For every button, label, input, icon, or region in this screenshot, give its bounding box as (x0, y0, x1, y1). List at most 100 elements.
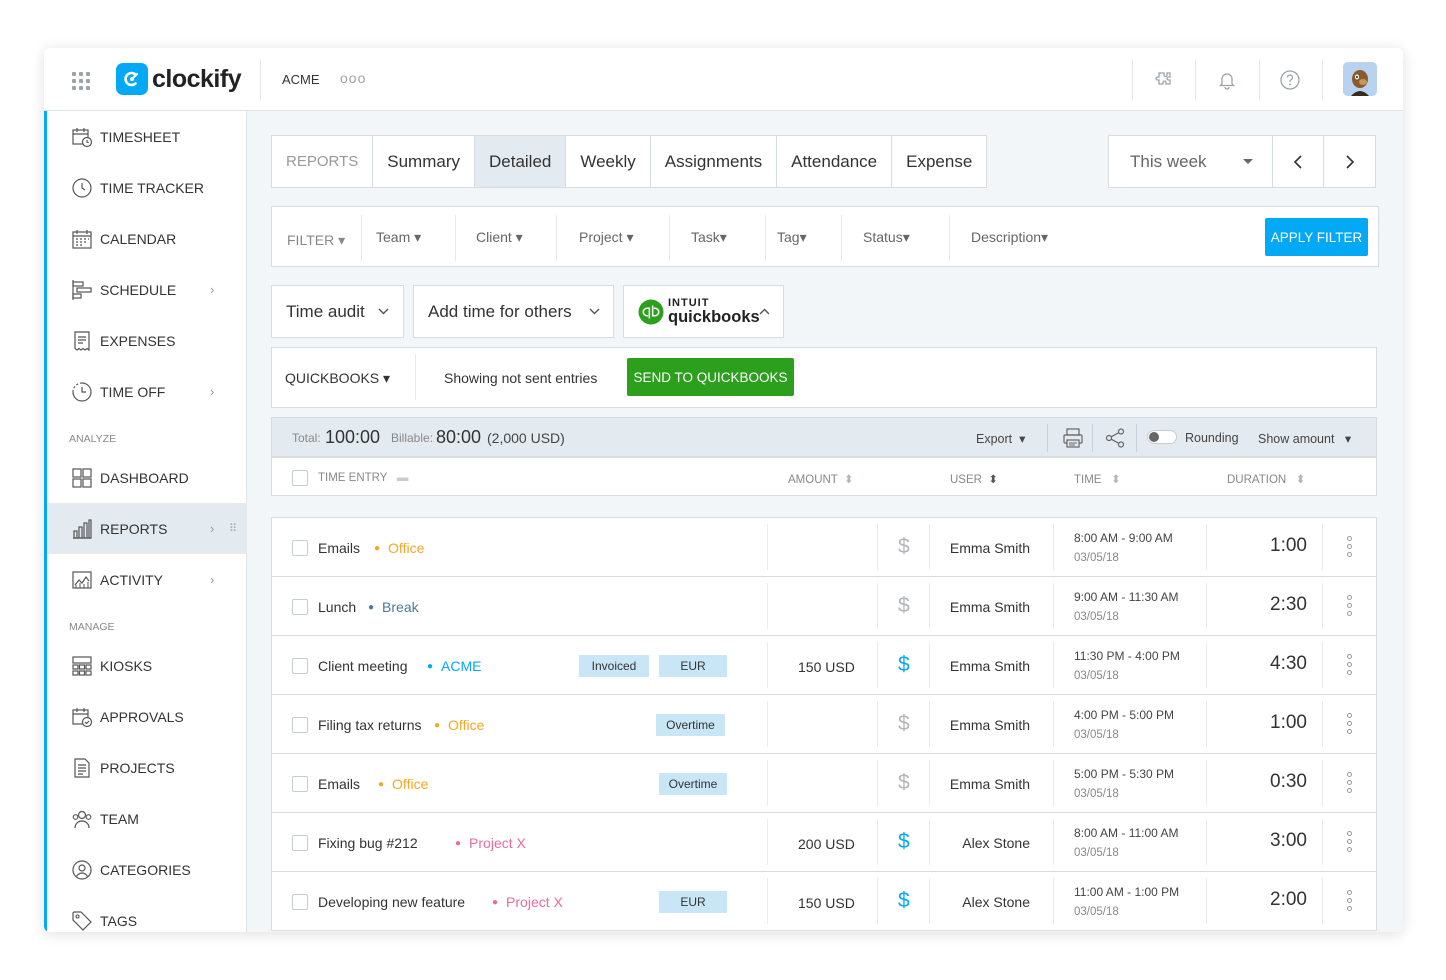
tab-summary[interactable]: Summary (372, 135, 475, 188)
sidebar-item-time-tracker[interactable]: TIME TRACKER (47, 162, 247, 213)
entry-time-range[interactable]: 4:00 PM - 5:00 PM (1074, 708, 1174, 722)
entry-project[interactable]: ● Office (378, 776, 428, 792)
row-checkbox[interactable] (292, 540, 308, 556)
entry-duration[interactable]: 2:00 (1227, 889, 1307, 911)
sidebar-item-projects[interactable]: PROJECTS (47, 742, 247, 793)
next-period-button[interactable] (1323, 135, 1376, 188)
sidebar-item-tags[interactable]: TAGS (47, 895, 247, 932)
tag-badge[interactable]: EUR (659, 891, 727, 913)
entry-time-range[interactable]: 8:00 AM - 11:00 AM (1074, 826, 1179, 840)
filter-task[interactable]: Task▾ (691, 229, 727, 246)
entry-description[interactable]: Emails (318, 540, 360, 556)
table-row[interactable]: Emails ● Office $ Emma Smith 8:00 AM - 9:00 A… (271, 517, 1377, 577)
help-icon[interactable] (1276, 66, 1304, 94)
entry-duration[interactable]: 3:00 (1227, 830, 1307, 852)
entry-project[interactable]: ● Project X (492, 894, 563, 910)
entry-user[interactable]: Emma Smith (950, 717, 1030, 733)
entry-description[interactable]: Client meeting (318, 658, 408, 674)
entry-date[interactable]: 03/05/18 (1074, 788, 1119, 800)
apps-grid-icon[interactable] (72, 72, 90, 90)
filter-team[interactable]: Team ▾ (376, 229, 421, 246)
table-row[interactable]: Emails ● Office Overtime $ Emma Smith 5:00 PM … (271, 753, 1377, 813)
table-row[interactable]: Filing tax returns ● Office Overtime $ Emma S… (271, 694, 1377, 754)
entry-user[interactable]: Alex Stone (962, 894, 1030, 910)
entry-project[interactable]: ● Project X (455, 835, 526, 851)
billable-dollar-icon[interactable]: $ (898, 771, 910, 795)
sidebar-item-reports[interactable]: REPORTS › ⠿ (47, 503, 247, 554)
filter-description[interactable]: Description▾ (971, 229, 1048, 246)
quickbooks-dropdown[interactable]: INTUIT quickbooks (623, 285, 784, 338)
filter-tag[interactable]: Tag▾ (777, 229, 807, 246)
rounding-toggle[interactable] (1147, 430, 1177, 444)
entry-date[interactable]: 03/05/18 (1074, 611, 1119, 623)
export-dropdown[interactable]: Export ▾ (976, 431, 1025, 446)
entry-description[interactable]: Fixing bug #212 (318, 835, 418, 851)
row-checkbox[interactable] (292, 835, 308, 851)
sidebar-item-time-off[interactable]: TIME OFF › (47, 366, 247, 417)
date-range-select[interactable]: This week (1108, 135, 1273, 188)
billable-dollar-icon[interactable]: $ (898, 830, 910, 854)
tab-reports[interactable]: REPORTS (271, 135, 374, 188)
sidebar-item-categories[interactable]: CATEGORIES (47, 844, 247, 895)
more-options-icon[interactable] (1347, 890, 1353, 911)
more-options-icon[interactable] (1347, 772, 1353, 793)
entry-time-range[interactable]: 11:30 PM - 4:00 PM (1074, 649, 1180, 663)
sidebar-item-calendar[interactable]: CALENDAR (47, 213, 247, 264)
billable-dollar-icon[interactable]: $ (898, 594, 910, 618)
more-options-icon[interactable] (1347, 595, 1353, 616)
entry-date[interactable]: 03/05/18 (1074, 670, 1119, 682)
send-to-quickbooks-button[interactable]: SEND TO QUICKBOOKS (627, 358, 794, 396)
entry-project[interactable]: ● Office (374, 540, 424, 556)
tag-badge[interactable]: EUR (659, 655, 727, 677)
more-options-icon[interactable] (1347, 831, 1353, 852)
entry-description[interactable]: Filing tax returns (318, 717, 421, 733)
tab-assignments[interactable]: Assignments (649, 135, 778, 188)
workspace-name[interactable]: ACME (282, 72, 320, 87)
avatar[interactable] (1343, 62, 1377, 96)
column-time[interactable]: TIME ⬍ (1074, 472, 1121, 486)
sidebar-item-activity[interactable]: ACTIVITY › (47, 554, 247, 605)
entry-user[interactable]: Emma Smith (950, 540, 1030, 556)
sidebar-item-approvals[interactable]: APPROVALS (47, 691, 247, 742)
filter-client[interactable]: Client ▾ (476, 229, 523, 246)
entry-time-range[interactable]: 8:00 AM - 9:00 AM (1074, 531, 1173, 545)
column-user[interactable]: USER ⬍ (950, 472, 998, 486)
share-icon[interactable] (1104, 427, 1126, 454)
apply-filter-button[interactable]: APPLY FILTER (1265, 218, 1368, 256)
tag-badge[interactable]: Overtime (656, 714, 725, 736)
entry-user[interactable]: Alex Stone (962, 835, 1030, 851)
entry-description[interactable]: Lunch (318, 599, 356, 615)
table-row[interactable]: Client meeting ● ACME Invoiced EUR 150 USD $ Em… (271, 635, 1377, 695)
drag-handle-icon[interactable]: ⠿ (229, 522, 237, 535)
filter-status[interactable]: Status▾ (863, 229, 910, 246)
column-amount[interactable]: AMOUNT ⬍ (788, 472, 854, 486)
entry-description[interactable]: Emails (318, 776, 360, 792)
tab-weekly[interactable]: Weekly (565, 135, 651, 188)
tab-attendance[interactable]: Attendance (776, 135, 893, 188)
tab-expense[interactable]: Expense (891, 135, 988, 188)
sidebar-item-timesheet[interactable]: TIMESHEET (47, 111, 247, 162)
sidebar-item-schedule[interactable]: SCHEDULE › (47, 264, 247, 315)
add-time-for-others-dropdown[interactable]: Add time for others (413, 285, 614, 338)
sidebar-item-dashboard[interactable]: DASHBOARD (47, 452, 247, 503)
entry-duration[interactable]: 4:30 (1227, 653, 1307, 675)
workspace-more-button[interactable]: ooo (340, 70, 366, 86)
row-checkbox[interactable] (292, 776, 308, 792)
entry-duration[interactable]: 1:00 (1227, 712, 1307, 734)
entry-duration[interactable]: 1:00 (1227, 535, 1307, 557)
filter-label[interactable]: FILTER ▾ (287, 232, 345, 249)
more-options-icon[interactable] (1347, 713, 1353, 734)
print-icon[interactable] (1062, 427, 1084, 454)
entry-duration[interactable]: 2:30 (1227, 594, 1307, 616)
row-checkbox[interactable] (292, 658, 308, 674)
entry-user[interactable]: Emma Smith (950, 658, 1030, 674)
extensions-icon[interactable] (1149, 66, 1177, 94)
row-checkbox[interactable] (292, 717, 308, 733)
entry-user[interactable]: Emma Smith (950, 599, 1030, 615)
sidebar-item-kiosks[interactable]: KIOSKS (47, 640, 247, 691)
table-row[interactable]: Fixing bug #212 ● Project X 200 USD $ Alex St… (271, 812, 1377, 872)
column-duration[interactable]: DURATION ⬍ (1227, 472, 1305, 486)
tab-detailed[interactable]: Detailed (473, 135, 567, 188)
filter-project[interactable]: Project ▾ (579, 229, 634, 246)
sidebar-item-team[interactable]: TEAM (47, 793, 247, 844)
